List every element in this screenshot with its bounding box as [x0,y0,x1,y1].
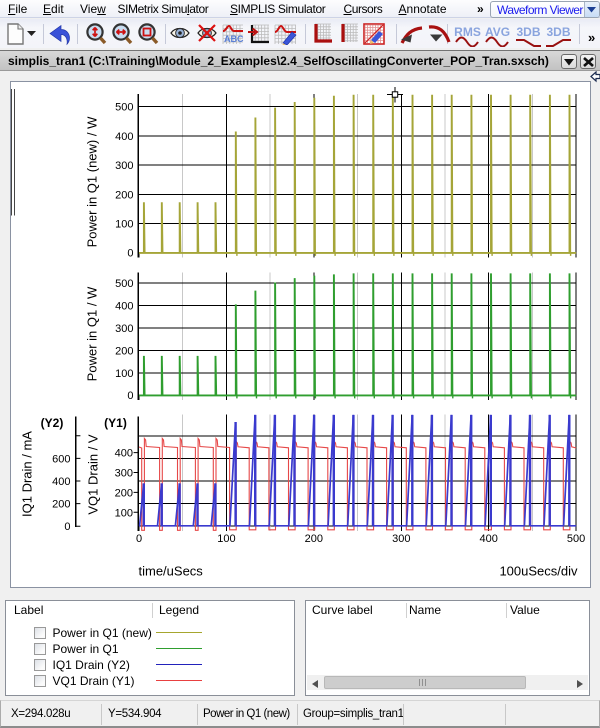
svg-text:3DB: 3DB [516,25,540,39]
svg-text:300: 300 [115,468,133,480]
svg-text:AVG: AVG [485,25,510,39]
svg-text:500: 500 [115,102,133,114]
svg-text:(Y1): (Y1) [104,416,127,430]
svg-text:0: 0 [64,521,70,533]
svg-text:400: 400 [52,476,70,488]
svg-text:0: 0 [127,248,133,260]
svg-text:RMS: RMS [454,25,481,39]
svg-text:300: 300 [115,323,133,335]
svg-text:200: 200 [115,189,133,201]
svg-text:100: 100 [217,533,235,545]
svg-text:100: 100 [115,219,133,231]
svg-text:500: 500 [567,533,585,545]
svg-text:IQ1 Drain / mA: IQ1 Drain / mA [20,431,35,517]
svg-text:400: 400 [115,131,133,143]
svg-text:500: 500 [115,278,133,290]
svg-text:100uSecs/div: 100uSecs/div [499,564,578,579]
svg-text:100: 100 [115,507,133,519]
svg-text:Power in Q1 (new) / W: Power in Q1 (new) / W [85,116,100,247]
svg-text:300: 300 [392,533,410,545]
svg-text:3DB: 3DB [546,25,570,39]
svg-text:Power in Q1 / W: Power in Q1 / W [85,286,100,381]
svg-text:(Y2): (Y2) [41,416,64,430]
svg-text:600: 600 [52,453,70,465]
svg-text:100: 100 [115,368,133,380]
svg-text:200: 200 [115,345,133,357]
svg-text:400: 400 [115,300,133,312]
svg-text:time/uSecs: time/uSecs [139,564,204,579]
svg-text:0: 0 [127,390,133,402]
svg-text:300: 300 [115,160,133,172]
svg-text:ABC: ABC [224,34,244,44]
svg-text:400: 400 [115,448,133,460]
svg-text:200: 200 [52,499,70,511]
svg-text:400: 400 [480,533,498,545]
svg-text:0: 0 [136,533,142,545]
svg-text:200: 200 [115,487,133,499]
svg-text:VQ1 Drain / V: VQ1 Drain / V [86,434,101,515]
svg-text:200: 200 [305,533,323,545]
